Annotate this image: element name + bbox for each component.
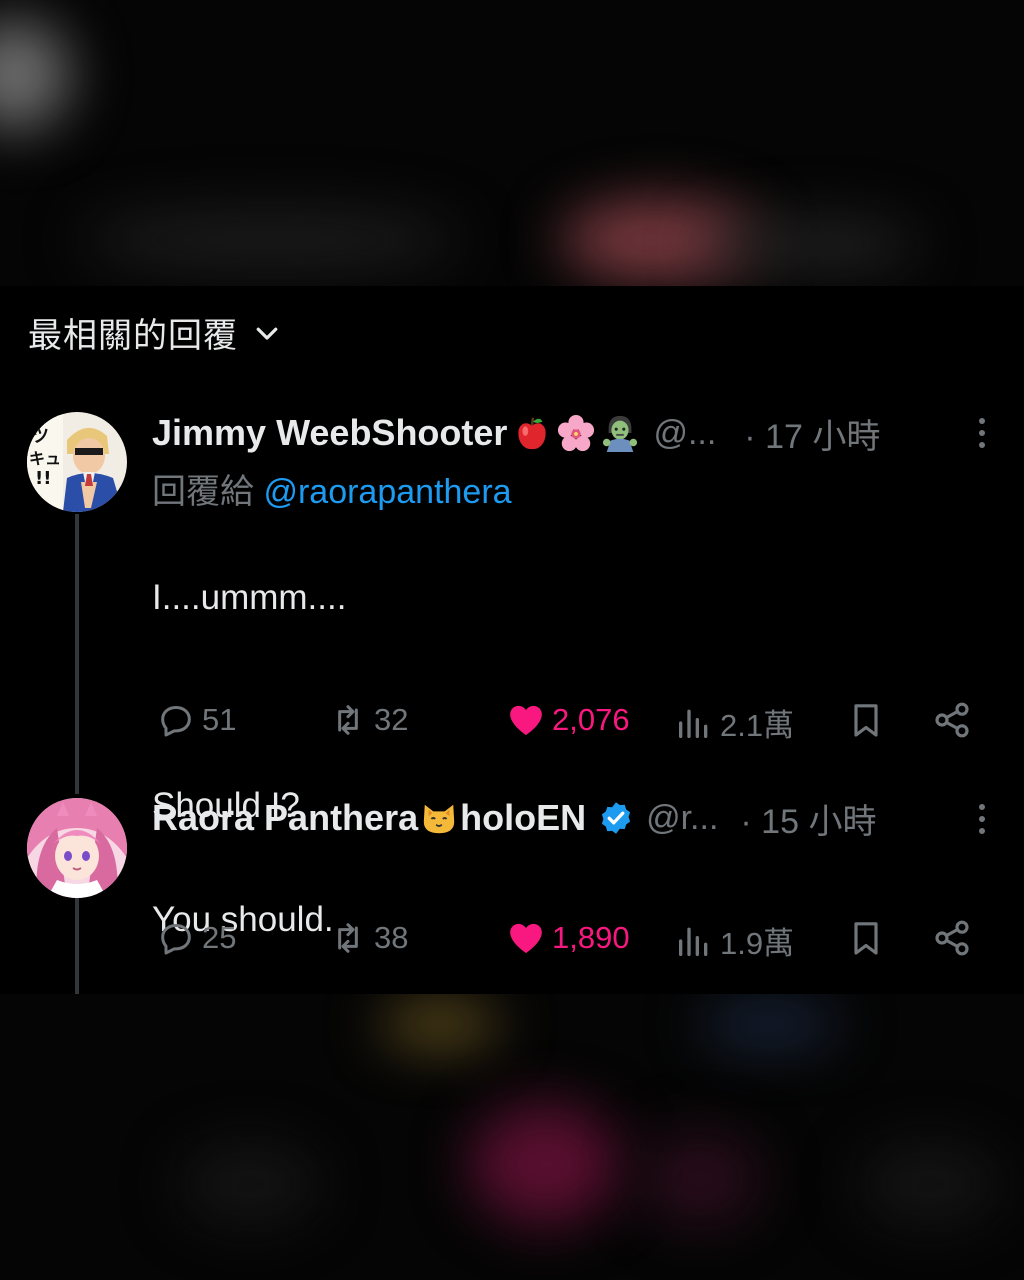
timestamp[interactable]: · 15 小時: [740, 794, 876, 843]
reply-to-mention[interactable]: @raorapanthera: [263, 473, 511, 511]
more-options-icon[interactable]: [976, 802, 988, 836]
like-count: 1,890: [552, 920, 630, 955]
thread-connector-line: [75, 514, 79, 794]
bookmark-icon: [854, 922, 878, 955]
display-name[interactable]: Raora Panthera: [152, 797, 418, 839]
like-button[interactable]: 1,890: [506, 918, 630, 958]
repost-count: 32: [374, 702, 409, 737]
svg-text:キュ: キュ: [29, 449, 61, 468]
cat-emoji: [423, 804, 455, 834]
user-handle[interactable]: @r...: [646, 799, 718, 838]
timestamp[interactable]: · 17 小時: [744, 409, 880, 458]
like-count: 2,076: [552, 702, 630, 737]
heart-filled-icon: [510, 923, 542, 953]
reply-button[interactable]: 25: [156, 918, 236, 958]
sort-replies-dropdown[interactable]: 最相關的回覆: [28, 308, 282, 357]
thread-connector-line: [75, 898, 79, 994]
red-apple-emoji: [518, 417, 547, 450]
repost-count: 38: [374, 920, 409, 955]
share-button[interactable]: [932, 700, 972, 740]
views-chart-icon: [679, 709, 708, 738]
replies-panel: 最相關的回覆 ツ キュ !! Jimmy WeebShooter @... · …: [0, 286, 1024, 994]
repost-icon: [338, 923, 358, 953]
reply-icon: [161, 924, 191, 955]
reply-icon: [161, 706, 191, 737]
svg-text:!!: !!: [35, 468, 51, 489]
zombie-emoji: [603, 415, 638, 452]
reply-count: 25: [202, 920, 237, 955]
avatar[interactable]: [27, 798, 127, 898]
bookmark-button[interactable]: [846, 700, 886, 740]
reply-count: 51: [202, 702, 237, 737]
views-chart-icon: [679, 927, 708, 956]
tweet-header: Raora Panthera holoEN @r... · 15 小時: [152, 791, 994, 845]
view-count: 1.9萬: [720, 926, 795, 961]
share-button[interactable]: [932, 918, 972, 958]
cherry-blossom-emoji: [558, 414, 595, 452]
heart-filled-icon: [510, 705, 542, 735]
reply-button[interactable]: 51: [156, 700, 236, 740]
repost-icon: [338, 705, 358, 735]
repost-button[interactable]: 32: [328, 700, 408, 740]
tweet-actions: 51 32 2,076 2.1萬: [152, 700, 982, 748]
tweet-actions: 25 38 1,890 1.9萬: [152, 918, 982, 966]
tweet-header: Jimmy WeebShooter @... · 17 小時: [152, 406, 994, 460]
display-name[interactable]: Jimmy WeebShooter: [152, 412, 507, 454]
views-button[interactable]: 2.1萬: [674, 700, 794, 745]
views-button[interactable]: 1.9萬: [674, 918, 794, 963]
repost-button[interactable]: 38: [328, 918, 408, 958]
bookmark-icon: [854, 704, 878, 737]
blurred-background-bottom: [0, 994, 1024, 1280]
svg-text:ツ: ツ: [31, 426, 49, 447]
like-button[interactable]: 2,076: [506, 700, 630, 740]
chevron-down-icon: [256, 327, 278, 340]
tweet-text-line: I....ummm....: [152, 578, 347, 617]
share-icon: [935, 702, 969, 738]
user-handle[interactable]: @...: [653, 414, 716, 453]
view-count: 2.1萬: [720, 708, 795, 743]
sort-label: 最相關的回覆: [28, 317, 238, 355]
share-icon: [935, 920, 969, 956]
more-options-icon[interactable]: [976, 416, 988, 450]
replying-to: 回覆給 @raorapanthera: [152, 464, 512, 513]
reply-to-prefix: 回覆給: [152, 473, 254, 511]
blurred-background-top: [0, 0, 1024, 286]
bookmark-button[interactable]: [846, 918, 886, 958]
avatar[interactable]: ツ キュ !!: [27, 412, 127, 512]
verified-badge-icon: [601, 802, 631, 834]
display-name-suffix[interactable]: holoEN: [460, 797, 586, 839]
